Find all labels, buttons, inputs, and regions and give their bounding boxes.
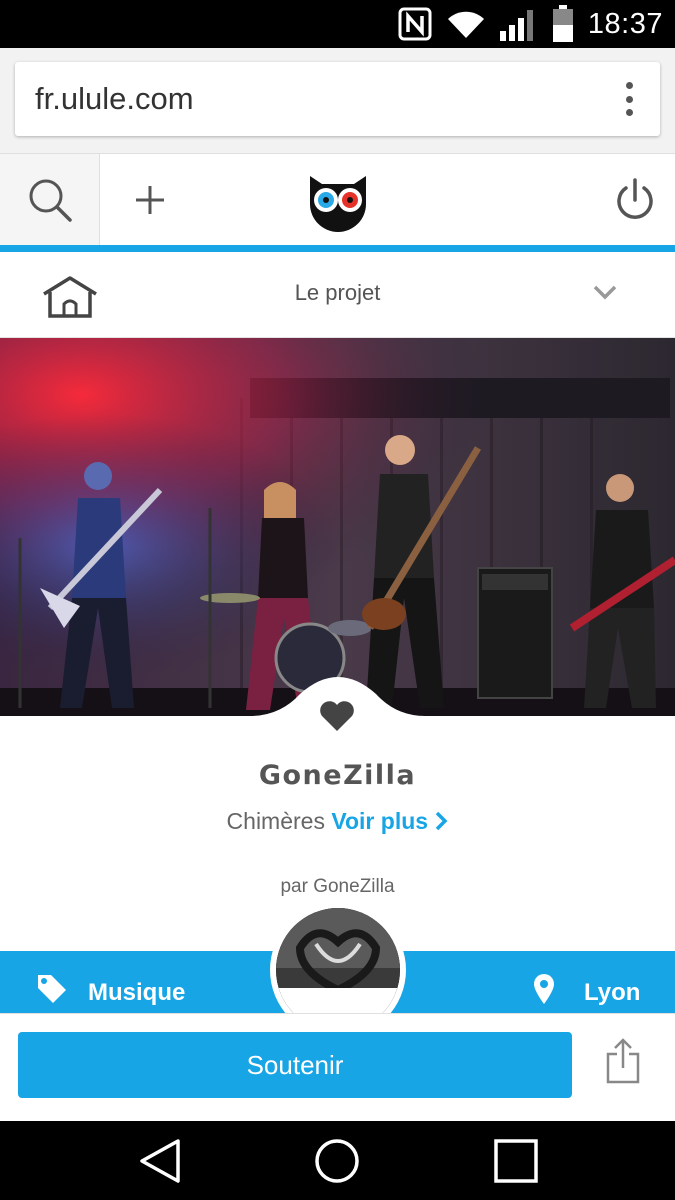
- plus-icon: [136, 186, 164, 214]
- recents-icon[interactable]: [492, 1137, 540, 1185]
- nfc-icon: [398, 7, 432, 41]
- site-header: [0, 153, 675, 246]
- back-icon[interactable]: [138, 1137, 182, 1185]
- android-nav-bar: [0, 1121, 675, 1200]
- heart-icon[interactable]: [319, 700, 355, 732]
- tag-icon: [38, 975, 66, 1003]
- power-icon: [617, 178, 653, 219]
- url-text[interactable]: fr.ulule.com: [35, 81, 194, 117]
- see-more-link[interactable]: Voir plus: [331, 808, 448, 834]
- location-link[interactable]: Lyon: [584, 979, 640, 1007]
- browser-toolbar: fr.ulule.com: [0, 48, 675, 153]
- location-pin-icon: [534, 974, 554, 1004]
- category-link[interactable]: Musique: [88, 979, 185, 1007]
- project-title: GoneZilla: [258, 760, 417, 791]
- url-bar[interactable]: fr.ulule.com: [15, 62, 660, 136]
- battery-icon: [552, 5, 573, 42]
- chevron-right-icon[interactable]: [434, 811, 448, 831]
- status-bar: 18:37: [0, 0, 675, 48]
- share-icon[interactable]: [605, 1036, 641, 1084]
- more-vert-icon[interactable]: [624, 82, 634, 116]
- project-section-nav[interactable]: Le projet: [0, 252, 675, 338]
- wifi-icon: [447, 11, 484, 39]
- project-author[interactable]: par GoneZilla: [0, 876, 675, 898]
- home-circle-icon[interactable]: [313, 1137, 361, 1185]
- project-subtitle-line: Chimères Voir plus: [0, 808, 675, 835]
- search-icon: [29, 179, 72, 222]
- ulule-owl-logo[interactable]: [306, 168, 370, 232]
- search-button[interactable]: [0, 154, 100, 246]
- signal-icon: [499, 10, 533, 41]
- section-label: Le projet: [294, 280, 381, 305]
- project-cover-image: [0, 338, 675, 716]
- chevron-down-icon[interactable]: [593, 284, 617, 300]
- action-bar: Soutenir: [0, 1013, 675, 1121]
- power-button[interactable]: [611, 176, 659, 224]
- clock: 18:37: [587, 7, 663, 40]
- project-subtitle: Chimères: [226, 808, 325, 834]
- support-button[interactable]: Soutenir: [18, 1032, 572, 1098]
- see-more-label[interactable]: Voir plus: [331, 808, 428, 834]
- create-project-button[interactable]: [120, 174, 180, 226]
- header-accent-line: [0, 245, 675, 252]
